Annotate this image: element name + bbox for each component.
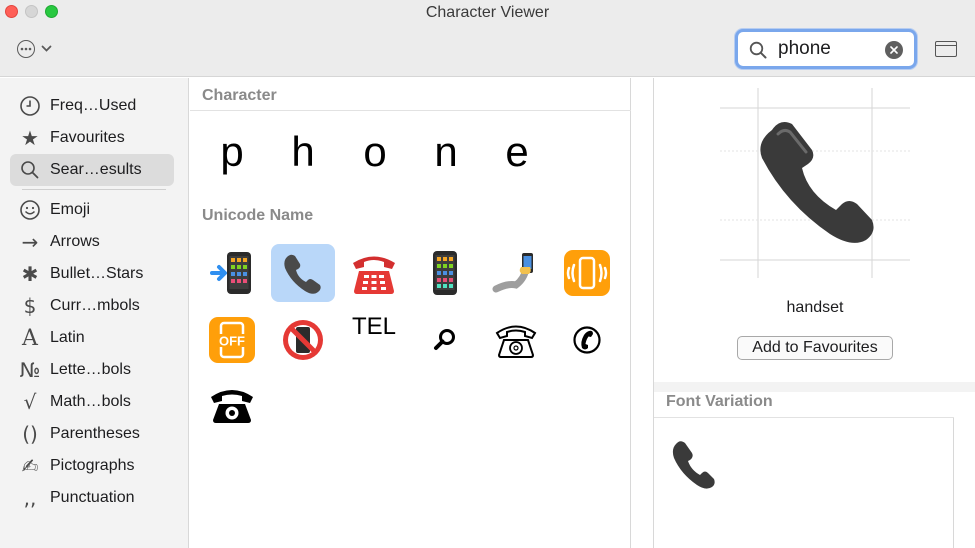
- telephone-receiver-variant-icon[interactable]: [666, 436, 720, 490]
- sidebar-item-frequently-used[interactable]: Freq…Used: [10, 90, 174, 122]
- tel-sign-text: TEL: [351, 313, 396, 340]
- white-telephone-icon[interactable]: [484, 311, 548, 369]
- sidebar-item-label: Parentheses: [50, 425, 140, 442]
- collapse-view-icon[interactable]: [935, 41, 957, 57]
- character-preview: [720, 88, 910, 278]
- character-tile[interactable]: h: [283, 128, 323, 176]
- no-mobile-phones-icon[interactable]: [271, 311, 335, 369]
- red-telephone-icon[interactable]: [342, 244, 406, 302]
- sidebar-item-label: Latin: [50, 329, 85, 346]
- sidebar-item-label: Lette…bols: [50, 361, 131, 378]
- add-to-favourites-button[interactable]: Add to Favourites: [737, 336, 893, 360]
- telephone-receiver-icon[interactable]: [271, 244, 335, 302]
- sidebar-item-label: Freq…Used: [50, 97, 137, 114]
- sidebar-divider: [22, 189, 166, 190]
- parentheses-icon: (): [22, 422, 38, 446]
- action-menu-button[interactable]: [17, 38, 59, 60]
- ellipsis-circle-icon: [17, 40, 35, 58]
- sidebar-item-label: Curr…mbols: [50, 297, 140, 314]
- vibration-mode-icon[interactable]: [555, 244, 619, 302]
- sidebar-item-currency-symbols[interactable]: $ Curr…mbols: [10, 290, 174, 322]
- sidebar-item-label: Favourites: [50, 129, 125, 146]
- black-telephone-icon[interactable]: [200, 375, 264, 433]
- sidebar-item-punctuation[interactable]: ,, Punctuation: [10, 482, 174, 514]
- smiley-icon: [10, 199, 50, 221]
- character-tile[interactable]: o: [355, 128, 395, 176]
- character-tile[interactable]: p: [212, 128, 252, 176]
- numero-icon: №: [19, 358, 41, 382]
- star-icon: ★: [21, 126, 39, 150]
- square-root-icon: √: [23, 390, 37, 414]
- character-detail-panel: handset Add to Favourites Font Variation: [653, 78, 975, 548]
- sidebar-item-label: Sear…esults: [50, 161, 142, 178]
- telephone-magnifier-icon[interactable]: [413, 311, 477, 369]
- font-variation-panel: [654, 418, 954, 548]
- asterisk-icon: ✱: [21, 262, 39, 286]
- sidebar-item-parentheses[interactable]: () Parentheses: [10, 418, 174, 450]
- sidebar-item-label: Arrows: [50, 233, 100, 250]
- sidebar-item-label: Math…bols: [50, 393, 131, 410]
- selfie-arm-phone-icon[interactable]: [484, 244, 548, 302]
- tel-sign[interactable]: TEL: [342, 311, 406, 369]
- sidebar-item-pictographs[interactable]: ✍ Pictographs: [10, 450, 174, 482]
- title-bar: Character Viewer: [0, 0, 975, 77]
- character-section-header: Character: [190, 87, 631, 111]
- search-icon: [10, 160, 50, 180]
- mobile-phone-icon[interactable]: [413, 244, 477, 302]
- sidebar-item-bullets-stars[interactable]: ✱ Bullet…Stars: [10, 258, 174, 290]
- sidebar-item-latin[interactable]: A Latin: [10, 322, 174, 354]
- chevron-down-icon: [41, 40, 52, 58]
- mobile-phone-with-arrow-icon[interactable]: [200, 244, 264, 302]
- punctuation-icon: ,,: [23, 486, 37, 510]
- clear-search-icon[interactable]: [885, 41, 903, 59]
- sidebar-item-label: Pictographs: [50, 457, 135, 474]
- sidebar-item-label: Bullet…Stars: [50, 265, 144, 282]
- dollar-icon: $: [23, 294, 37, 318]
- sidebar-item-letterlike-symbols[interactable]: № Lette…bols: [10, 354, 174, 386]
- search-icon: [749, 41, 767, 64]
- window-title: Character Viewer: [425, 4, 550, 21]
- svg-text:OFF: OFF: [219, 334, 245, 349]
- sidebar-item-label: Punctuation: [50, 489, 135, 506]
- latin-a-icon: A: [22, 325, 38, 351]
- search-input[interactable]: [778, 37, 878, 61]
- sidebar-item-search-results[interactable]: Sear…esults: [10, 154, 174, 186]
- character-name: handset: [786, 299, 844, 316]
- panel-divider: [654, 382, 975, 392]
- clock-icon: [10, 95, 50, 117]
- arrow-icon: →: [21, 230, 39, 254]
- unicode-name-section-header: Unicode Name: [202, 207, 314, 224]
- character-tile[interactable]: e: [497, 128, 537, 176]
- character-tile[interactable]: n: [426, 128, 466, 176]
- telephone-recorder-icon[interactable]: [555, 311, 619, 369]
- pictograph-icon: ✍: [21, 454, 39, 478]
- font-variation-header: Font Variation: [654, 392, 954, 418]
- character-grid-panel: Character p h o n e Unicode Name OFF TEL: [190, 78, 631, 548]
- category-sidebar: Freq…Used ★ Favourites Sear…esults Emoji…: [0, 78, 189, 548]
- sidebar-item-emoji[interactable]: Emoji: [10, 194, 174, 226]
- sidebar-item-label: Emoji: [50, 201, 91, 218]
- sidebar-item-arrows[interactable]: → Arrows: [10, 226, 174, 258]
- search-field[interactable]: [735, 29, 917, 69]
- mobile-phone-off-icon[interactable]: OFF: [200, 311, 264, 369]
- sidebar-item-favourites[interactable]: ★ Favourites: [10, 122, 174, 154]
- sidebar-item-math-symbols[interactable]: √ Math…bols: [10, 386, 174, 418]
